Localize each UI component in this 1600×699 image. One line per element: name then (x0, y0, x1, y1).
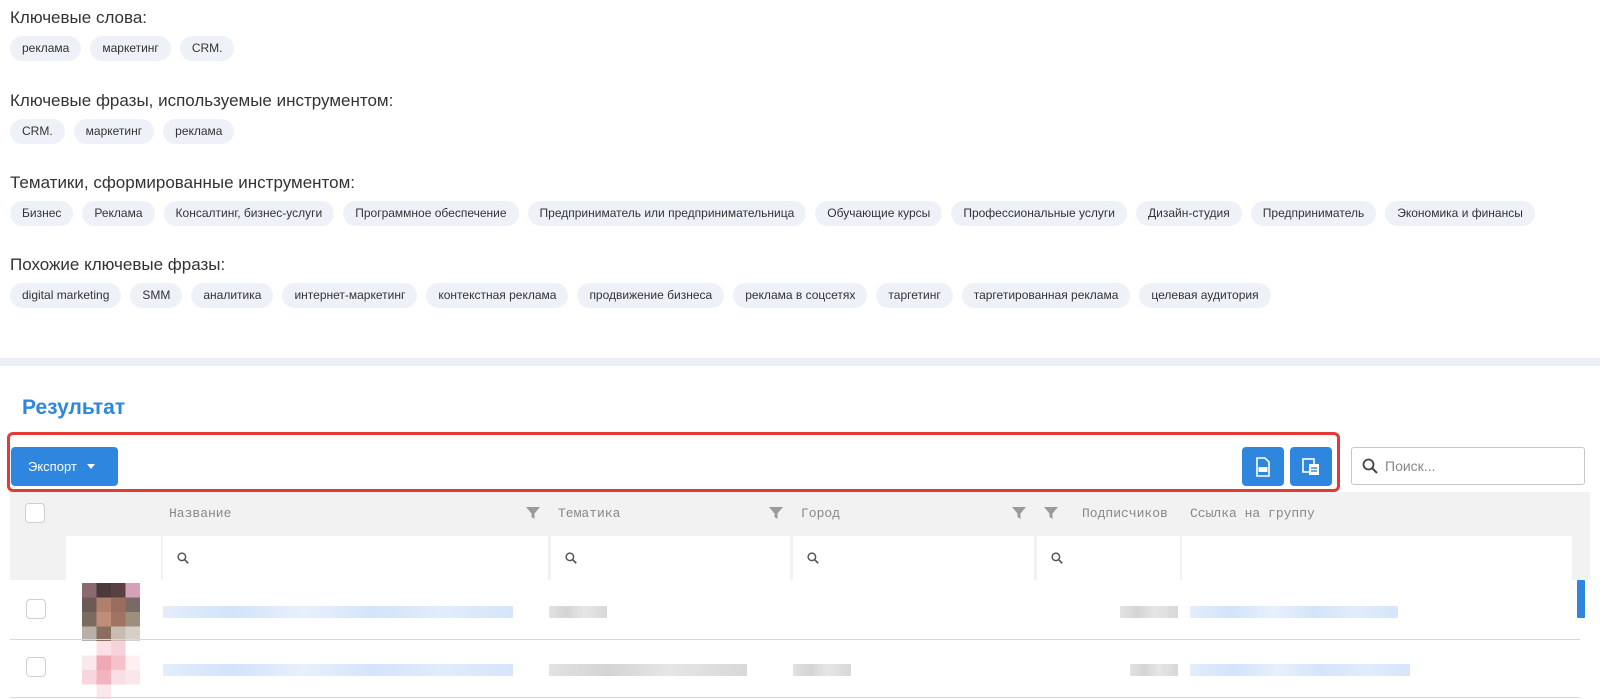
row-checkbox[interactable] (26, 657, 46, 677)
phrase-chip[interactable]: CRM. (10, 119, 65, 144)
search-icon (807, 552, 819, 564)
similar-phrase-chip[interactable]: digital marketing (10, 283, 122, 308)
tool-phrases-section: Ключевые фразы, используемые инструменто… (10, 90, 393, 144)
subscribers-redacted (1130, 664, 1178, 676)
export-button-label: Экспорт (28, 459, 77, 474)
similar-phrase-chip[interactable]: целевая аудитория (1139, 283, 1271, 308)
topic-chip[interactable]: Программное обеспечение (343, 201, 519, 226)
group-name-redacted[interactable] (163, 664, 513, 676)
keyword-chip[interactable]: маркетинг (90, 36, 171, 61)
toolbar-highlight-frame (7, 432, 1340, 492)
copy-columns-button[interactable] (1290, 447, 1332, 486)
filter-subscribers-input[interactable] (1037, 536, 1180, 580)
horizontal-scroll-indicator[interactable] (1577, 580, 1585, 618)
filter-cell-avatar (66, 536, 161, 580)
topic-redacted (549, 664, 747, 676)
phrase-chip[interactable]: реклама (163, 119, 235, 144)
column-header-name[interactable]: Название (169, 506, 231, 521)
similar-phrase-chip[interactable]: контекстная реклама (426, 283, 569, 308)
keyword-chip[interactable]: CRM. (179, 36, 235, 61)
export-dropdown-button[interactable]: Экспорт (11, 447, 118, 486)
phrase-chip[interactable]: маркетинг (73, 119, 155, 144)
topic-chip[interactable]: Экономика и финансы (1385, 201, 1535, 226)
tool-phrases-title: Ключевые фразы, используемые инструменто… (10, 91, 394, 110)
similar-phrase-chip[interactable]: SMM (130, 283, 183, 308)
topic-chip[interactable]: Бизнес (10, 201, 74, 226)
tool-phrases-chips: CRM. маркетинг реклама (10, 119, 393, 144)
similar-phrases-chips: digital marketing SMM аналитика интернет… (10, 283, 1271, 308)
similar-phrase-chip[interactable]: таргетированная реклама (961, 283, 1131, 308)
row-checkbox[interactable] (26, 599, 46, 619)
avatar (82, 583, 140, 641)
result-title: Результат (22, 396, 126, 419)
funnel-icon[interactable] (1011, 505, 1027, 521)
similar-phrase-chip[interactable]: продвижение бизнеса (577, 283, 725, 308)
export-xls-button[interactable] (1242, 447, 1284, 486)
subscribers-redacted (1120, 606, 1178, 618)
keyword-chip[interactable]: реклама (10, 36, 82, 61)
column-header-subscribers[interactable]: Подписчиков (1082, 506, 1168, 521)
copy-columns-icon (1302, 457, 1319, 475)
xls-file-icon (1256, 456, 1270, 477)
avatar (82, 641, 140, 699)
city-redacted (793, 664, 851, 676)
group-name-redacted[interactable] (163, 606, 513, 618)
column-header-group-link[interactable]: Ссылка на группу (1190, 506, 1315, 521)
row-divider (10, 639, 1580, 640)
keywords-chips: реклама маркетинг CRM. (10, 36, 235, 61)
similar-phrase-chip[interactable]: аналитика (191, 283, 274, 308)
search-icon (1051, 552, 1063, 564)
topic-chip[interactable]: Предприниматель или предпринимательница (527, 201, 807, 226)
topic-redacted (549, 606, 607, 618)
filter-city-input[interactable] (793, 536, 1034, 580)
topic-chip[interactable]: Реклама (82, 201, 155, 226)
group-link-redacted[interactable] (1190, 606, 1398, 618)
topic-chip[interactable]: Предприниматель (1250, 201, 1377, 226)
topic-chip[interactable]: Профессиональные услуги (951, 201, 1127, 226)
similar-phrase-chip[interactable]: интернет-маркетинг (282, 283, 418, 308)
group-link-redacted[interactable] (1190, 664, 1410, 676)
search-icon (1362, 458, 1378, 474)
section-separator (0, 358, 1600, 366)
row-divider (10, 697, 1580, 698)
filter-topic-input[interactable] (551, 536, 790, 580)
similar-phrase-chip[interactable]: реклама в соцсетях (733, 283, 868, 308)
search-icon (177, 552, 189, 564)
topic-chip[interactable]: Консалтинг, бизнес-услуги (163, 201, 335, 226)
caret-down-icon (86, 464, 95, 469)
funnel-icon[interactable] (768, 505, 784, 521)
column-header-city[interactable]: Город (801, 506, 840, 521)
similar-phrases-title: Похожие ключевые фразы: (10, 255, 226, 274)
table-search-box[interactable] (1351, 447, 1585, 485)
filter-name-input[interactable] (163, 536, 548, 580)
topic-chip[interactable]: Дизайн-студия (1135, 201, 1242, 226)
topics-chips: Бизнес Реклама Консалтинг, бизнес-услуги… (10, 201, 1535, 226)
funnel-icon[interactable] (1043, 505, 1059, 521)
table-search-input[interactable] (1385, 458, 1575, 474)
search-icon (565, 552, 577, 564)
topics-title: Тематики, сформированные инструментом: (10, 173, 356, 192)
keywords-section: Ключевые слова: реклама маркетинг CRM. (10, 7, 235, 61)
keywords-title: Ключевые слова: (10, 8, 148, 27)
funnel-icon[interactable] (525, 505, 541, 521)
filter-cell-group-link (1182, 536, 1572, 580)
column-header-topic[interactable]: Тематика (558, 506, 620, 521)
select-all-checkbox[interactable] (25, 503, 45, 523)
topics-section: Тематики, сформированные инструментом: Б… (10, 172, 1535, 226)
table-header (10, 492, 1590, 536)
similar-phrases-section: Похожие ключевые фразы: digital marketin… (10, 254, 1271, 308)
topic-chip[interactable]: Обучающие курсы (815, 201, 943, 226)
similar-phrase-chip[interactable]: таргетинг (876, 283, 953, 308)
